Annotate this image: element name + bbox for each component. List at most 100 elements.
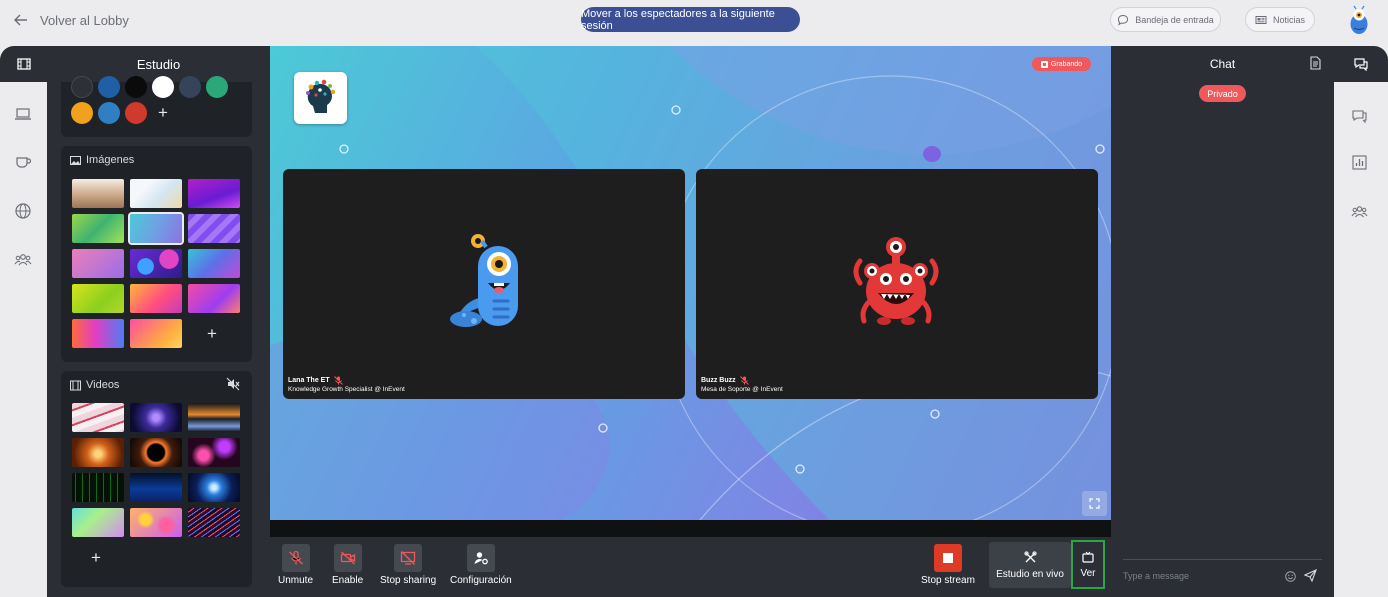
video-thumbnail[interactable] [130,473,182,502]
add-color-button[interactable]: + [158,104,168,121]
background-thumbnail[interactable] [188,249,240,278]
video-thumbnail[interactable] [188,473,240,502]
film-icon [16,58,31,70]
video-thumbnail[interactable] [188,438,240,467]
video-thumbnail[interactable] [72,508,124,537]
fullscreen-icon [1089,498,1100,509]
screen-share-off-icon [400,551,416,565]
chart-icon[interactable] [1349,152,1369,172]
chat-panel: Chat Privado [1111,46,1334,597]
unmute-button[interactable]: Unmute [278,544,313,586]
configuration-button[interactable]: Configuración [450,544,512,586]
color-swatch[interactable] [206,76,228,98]
video-thumbnail[interactable] [72,473,124,502]
video-thumbnail[interactable] [130,508,182,537]
video-thumbnail[interactable] [130,438,182,467]
background-thumbnail[interactable] [130,179,182,208]
stage-bottom-strip [270,520,1111,537]
live-studio-button[interactable]: Estudio en vivo [989,542,1071,588]
private-chat-tab[interactable]: Privado [1199,85,1246,102]
news-label: Noticias [1272,14,1305,25]
color-swatch[interactable] [71,102,93,124]
inbox-label: Bandeja de entrada [1135,14,1214,25]
mic-muted-icon [739,376,749,385]
stop-sharing-label: Stop sharing [380,575,437,586]
camera-off-icon [340,551,355,565]
view-button[interactable]: Ver [1071,540,1105,589]
background-thumbnail-selected[interactable] [128,212,184,245]
color-swatch[interactable] [179,76,201,98]
color-swatch[interactable] [71,76,93,98]
video-thumbnail[interactable] [72,403,124,432]
coffee-icon[interactable] [12,151,34,173]
speaker-muted-icon[interactable] [226,377,240,391]
chat-input-divider [1123,559,1322,560]
video-thumbnail[interactable] [72,438,124,467]
color-swatch[interactable] [125,76,147,98]
color-swatch[interactable] [98,102,120,124]
add-image-button[interactable]: + [207,325,217,342]
background-thumbnail[interactable] [188,284,240,313]
mic-muted-icon [333,376,343,385]
add-video-button[interactable]: + [91,549,101,566]
fullscreen-button[interactable] [1082,491,1107,516]
people-icon[interactable] [1349,201,1369,221]
background-thumbnail[interactable] [188,179,240,208]
participant-name: Buzz Buzz [701,377,736,384]
background-thumbnail[interactable] [72,179,124,208]
globe-icon[interactable] [12,200,34,222]
chat-title: Chat [1209,57,1236,71]
enable-camera-button[interactable]: Enable [332,544,363,586]
send-icon[interactable] [1304,569,1317,582]
images-section: Imágenes + [61,146,252,362]
background-thumbnail[interactable] [72,214,124,243]
stop-stream-button[interactable]: Stop stream [921,544,975,586]
videos-title: Videos [86,379,120,391]
video-thumbnail[interactable] [130,403,182,432]
move-viewers-button[interactable]: Mover a los espectadores a la siguiente … [581,7,800,32]
right-rail [1334,46,1388,597]
live-studio-label: Estudio en vivo [996,568,1064,580]
video-thumbnail[interactable] [188,508,240,537]
record-icon [1040,60,1048,68]
background-thumbnail[interactable] [72,284,124,313]
participant-role: Knowledge Growth Specialist @ InEvent [288,386,405,393]
news-button[interactable]: Noticias [1245,7,1315,32]
laptop-icon[interactable] [12,103,34,125]
emoji-icon[interactable] [1285,571,1296,582]
film-icon [70,380,81,390]
user-avatar[interactable] [1346,5,1372,35]
background-thumbnail[interactable] [72,319,124,348]
inbox-button[interactable]: Bandeja de entrada [1110,7,1221,32]
left-rail [0,46,47,597]
background-thumbnail[interactable] [188,214,240,243]
control-bar: Unmute Enable Stop sharing Configuración… [270,537,1111,597]
background-thumbnail[interactable] [130,319,182,348]
chat-message-input[interactable] [1123,567,1283,585]
background-thumbnail[interactable] [72,249,124,278]
recording-label: Grabando [1050,60,1083,68]
chat-bubble-icon [1118,14,1129,26]
participant-tile[interactable]: Buzz Buzz Mesa de Soporte @ InEvent [696,169,1098,399]
blue-alien-avatar [450,234,518,327]
tools-icon [1023,550,1037,562]
people-icon[interactable] [12,249,34,271]
back-to-lobby-link[interactable]: Volver al Lobby [14,10,129,30]
document-icon[interactable] [1308,56,1322,70]
stop-icon [942,553,953,563]
qa-icon[interactable] [1349,105,1369,125]
color-palette: + [61,76,252,137]
user-settings-icon [474,552,488,565]
color-swatch[interactable] [98,76,120,98]
participant-tile[interactable]: Lana The ET Knowledge Growth Specialist … [283,169,685,399]
studio-tab[interactable] [0,46,47,82]
color-swatch[interactable] [125,102,147,124]
background-thumbnail[interactable] [130,249,182,278]
video-thumbnail[interactable] [188,403,240,432]
chat-tab[interactable] [1334,46,1388,82]
chat-bubbles-icon [1354,58,1368,71]
color-swatch[interactable] [152,76,174,98]
stop-sharing-button[interactable]: Stop sharing [380,544,436,586]
background-thumbnail[interactable] [130,284,182,313]
arrow-left-icon [14,14,27,26]
